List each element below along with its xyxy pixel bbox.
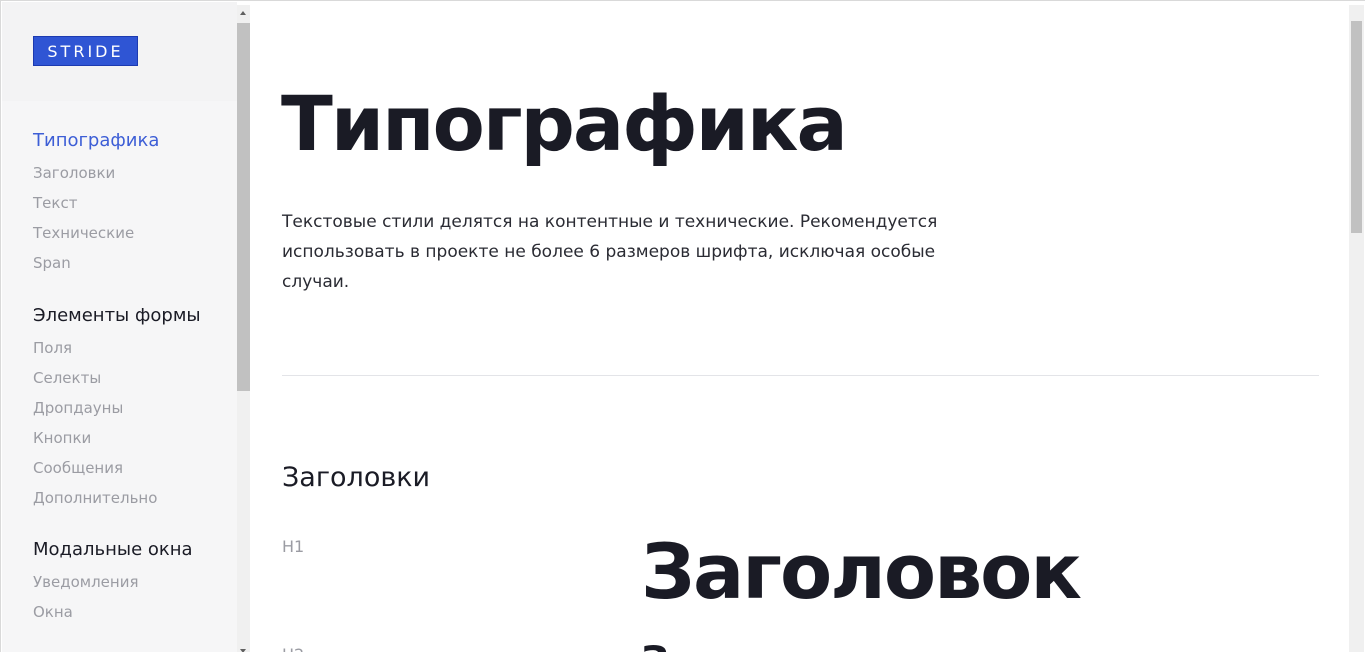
main-scrollbar[interactable] [1349,5,1364,652]
sidebar-item-notifications[interactable]: Уведомления [33,573,138,591]
app-window: STRIDE Типографика Заголовки Текст Техни… [0,0,1365,652]
sidebar-item-text[interactable]: Текст [33,194,77,212]
sidebar-item-fields[interactable]: Поля [33,339,72,357]
page-title: Типографика [281,79,848,168]
intro-text: Текстовые стили делятся на контентные и … [282,212,938,292]
stride-logo[interactable]: STRIDE [33,36,138,66]
sidebar-group-typography[interactable]: Типографика [33,130,159,151]
main-content: Типографика Текстовые стили делятся на к… [251,2,1348,652]
row-label-h1: H1 [282,537,305,556]
row-label-h2: H2 [282,645,304,652]
h1-sample: Заголовок [641,527,1082,616]
sidebar-item-selects[interactable]: Селекты [33,369,101,387]
scroll-up-arrow-icon[interactable] [240,11,246,15]
sidebar-item-dropdowns[interactable]: Дропдауны [33,399,123,417]
sidebar-item-span[interactable]: Span [33,254,71,272]
sidebar-item-messages[interactable]: Сообщения [33,459,123,477]
sidebar-scrollbar-thumb[interactable] [237,23,250,391]
main-scrollbar-thumb[interactable] [1351,21,1362,233]
sidebar-scrollbar[interactable] [237,5,250,652]
sidebar: STRIDE Типографика Заголовки Текст Техни… [2,2,237,652]
sidebar-group-form-elements[interactable]: Элементы формы [33,305,201,326]
sidebar-item-technical[interactable]: Технические [33,224,134,242]
sidebar-item-headings[interactable]: Заголовки [33,164,115,182]
sidebar-item-buttons[interactable]: Кнопки [33,429,91,447]
sidebar-item-windows[interactable]: Окна [33,603,73,621]
h2-sample: Заголовок [641,642,882,652]
section-title-headings: Заголовки [282,462,431,493]
sidebar-item-additional[interactable]: Дополнительно [33,489,157,507]
sidebar-group-modals[interactable]: Модальные окна [33,539,193,560]
divider [282,375,1319,376]
logo-area: STRIDE [2,2,237,101]
